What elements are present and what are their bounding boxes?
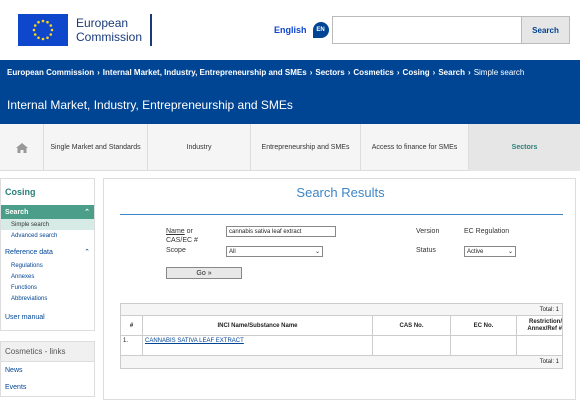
sidebar-item-abbreviations[interactable]: Abbreviations (1, 293, 94, 304)
breadcrumb: European Commission › Internal Market, I… (0, 60, 580, 84)
results-table: Total: 1 # INCI Name/Substance Name CAS … (120, 303, 563, 369)
title-divider (120, 214, 563, 215)
link-events[interactable]: Events (1, 379, 94, 396)
status-label: Status (416, 247, 436, 254)
nav-industry[interactable]: Industry (148, 124, 251, 171)
eu-flag-icon (18, 14, 68, 46)
sidebar-item-user-manual[interactable]: User manual (1, 307, 94, 327)
sidebar-item-annexes[interactable]: Annexes (1, 271, 94, 282)
language-label[interactable]: English (274, 25, 307, 35)
row-number: 1. (121, 336, 143, 355)
name-search-input[interactable]: cannabis sativa leaf extract (226, 226, 336, 237)
row-ref (517, 336, 562, 355)
column-header-inci-name[interactable]: INCI Name/Substance Name (143, 316, 373, 335)
logo-line-2: Commission (76, 30, 143, 44)
nav-access-to-finance[interactable]: Access to finance for SMEs (361, 124, 469, 171)
column-header-cas[interactable]: CAS No. (373, 316, 451, 335)
sidebar: Cosing Search ⌃ Simple search Advanced s… (0, 178, 95, 400)
breadcrumb-separator: › (432, 67, 436, 77)
sidebar-item-label: Search (5, 208, 29, 216)
column-header-restriction[interactable]: Restriction/ Annex/Ref # (517, 316, 562, 335)
nav-single-market[interactable]: Single Market and Standards (44, 124, 148, 171)
breadcrumb-separator: › (468, 67, 471, 77)
main-navigation: Single Market and Standards Industry Ent… (0, 124, 580, 171)
breadcrumb-item-cosing[interactable]: Cosing (403, 68, 430, 77)
total-count-top: Total: 1 (121, 304, 562, 316)
cosmetics-links: Cosmetics - links News Events (0, 341, 95, 397)
version-value: EC Regulation (464, 228, 510, 235)
sidebar-item-functions[interactable]: Functions (1, 282, 94, 293)
name-label-underlined: Name (166, 228, 185, 235)
row-cas (373, 336, 451, 355)
ec-logo[interactable]: European Commission (18, 10, 152, 50)
chevron-up-icon[interactable]: ⌃ (84, 248, 90, 256)
home-icon (15, 142, 28, 153)
logo-divider (150, 14, 152, 46)
go-button[interactable]: Go » (166, 267, 242, 279)
column-header-number[interactable]: # (121, 316, 143, 335)
banner-title: Internal Market, Industry, Entrepreneurs… (7, 98, 293, 112)
logo-text: European Commission (76, 17, 142, 43)
sidebar-item-advanced-search[interactable]: Advanced search (1, 230, 94, 241)
nav-entrepreneurship[interactable]: Entrepreneurship and SMEs (251, 124, 361, 171)
breadcrumb-item-cosmetics[interactable]: Cosmetics (353, 68, 393, 77)
scope-select[interactable]: All ⌄ (226, 246, 323, 257)
breadcrumb-item-ec[interactable]: European Commission (7, 68, 94, 77)
cosing-menu: Cosing Search ⌃ Simple search Advanced s… (0, 178, 95, 331)
site-search-input[interactable] (332, 16, 522, 44)
logo-line-1: European (76, 16, 129, 30)
row-ec (451, 336, 517, 355)
chevron-up-icon[interactable]: ⌃ (84, 208, 90, 216)
sidebar-item-search[interactable]: Search ⌃ (1, 205, 94, 219)
chevron-down-icon: ⌄ (314, 249, 320, 255)
nav-home[interactable] (0, 124, 44, 171)
sidebar-title[interactable]: Cosing (1, 179, 94, 205)
nav-sectors[interactable]: Sectors (469, 124, 580, 171)
cas-label: CAS/EC # (166, 237, 198, 244)
sidebar-item-simple-search[interactable]: Simple search (1, 219, 94, 230)
column-header-ec[interactable]: EC No. (451, 316, 517, 335)
breadcrumb-item-current: Simple search (473, 67, 525, 77)
inci-name-link[interactable]: CANNABIS SATIVA LEAF EXTRACT (145, 338, 244, 344)
breadcrumb-item-search[interactable]: Search (438, 68, 465, 77)
breadcrumb-item-grow[interactable]: Internal Market, Industry, Entrepreneurs… (103, 68, 307, 77)
search-results-panel: Search Results Name or CAS/EC # cannabis… (103, 178, 576, 400)
status-select[interactable]: Active ⌄ (464, 246, 516, 257)
sidebar-item-regulations[interactable]: Regulations (1, 260, 94, 271)
scope-label: Scope (166, 247, 186, 254)
language-badge-icon[interactable]: EN (312, 22, 329, 38)
chevron-down-icon: ⌄ (507, 249, 513, 255)
breadcrumb-separator: › (309, 67, 313, 77)
name-label-rest: or (184, 228, 193, 235)
language-selector[interactable]: English EN (274, 21, 329, 39)
total-count-bottom: Total: 1 (121, 356, 562, 368)
sidebar-item-label: Reference data (5, 248, 53, 256)
scope-value: All (229, 248, 236, 255)
links-title: Cosmetics - links (1, 342, 94, 362)
status-value: Active (467, 248, 484, 255)
site-header: European Commission English EN Search (0, 0, 580, 60)
breadcrumb-separator: › (347, 67, 351, 77)
link-news[interactable]: News (1, 362, 94, 379)
row-inci-cell: CANNABIS SATIVA LEAF EXTRACT (143, 336, 373, 355)
site-search-button[interactable]: Search (521, 16, 570, 44)
version-label: Version (416, 228, 440, 235)
sidebar-item-reference-data[interactable]: Reference data ⌃ (1, 244, 94, 260)
site-banner: Internal Market, Industry, Entrepreneurs… (0, 84, 580, 124)
breadcrumb-separator: › (97, 67, 100, 77)
name-label: Name or (166, 227, 193, 236)
breadcrumb-separator: › (396, 67, 400, 77)
breadcrumb-item-sectors[interactable]: Sectors (315, 68, 344, 77)
table-header-row: # INCI Name/Substance Name CAS No. EC No… (121, 316, 562, 336)
table-row: 1. CANNABIS SATIVA LEAF EXTRACT (121, 336, 562, 356)
page-title: Search Results (296, 185, 385, 200)
